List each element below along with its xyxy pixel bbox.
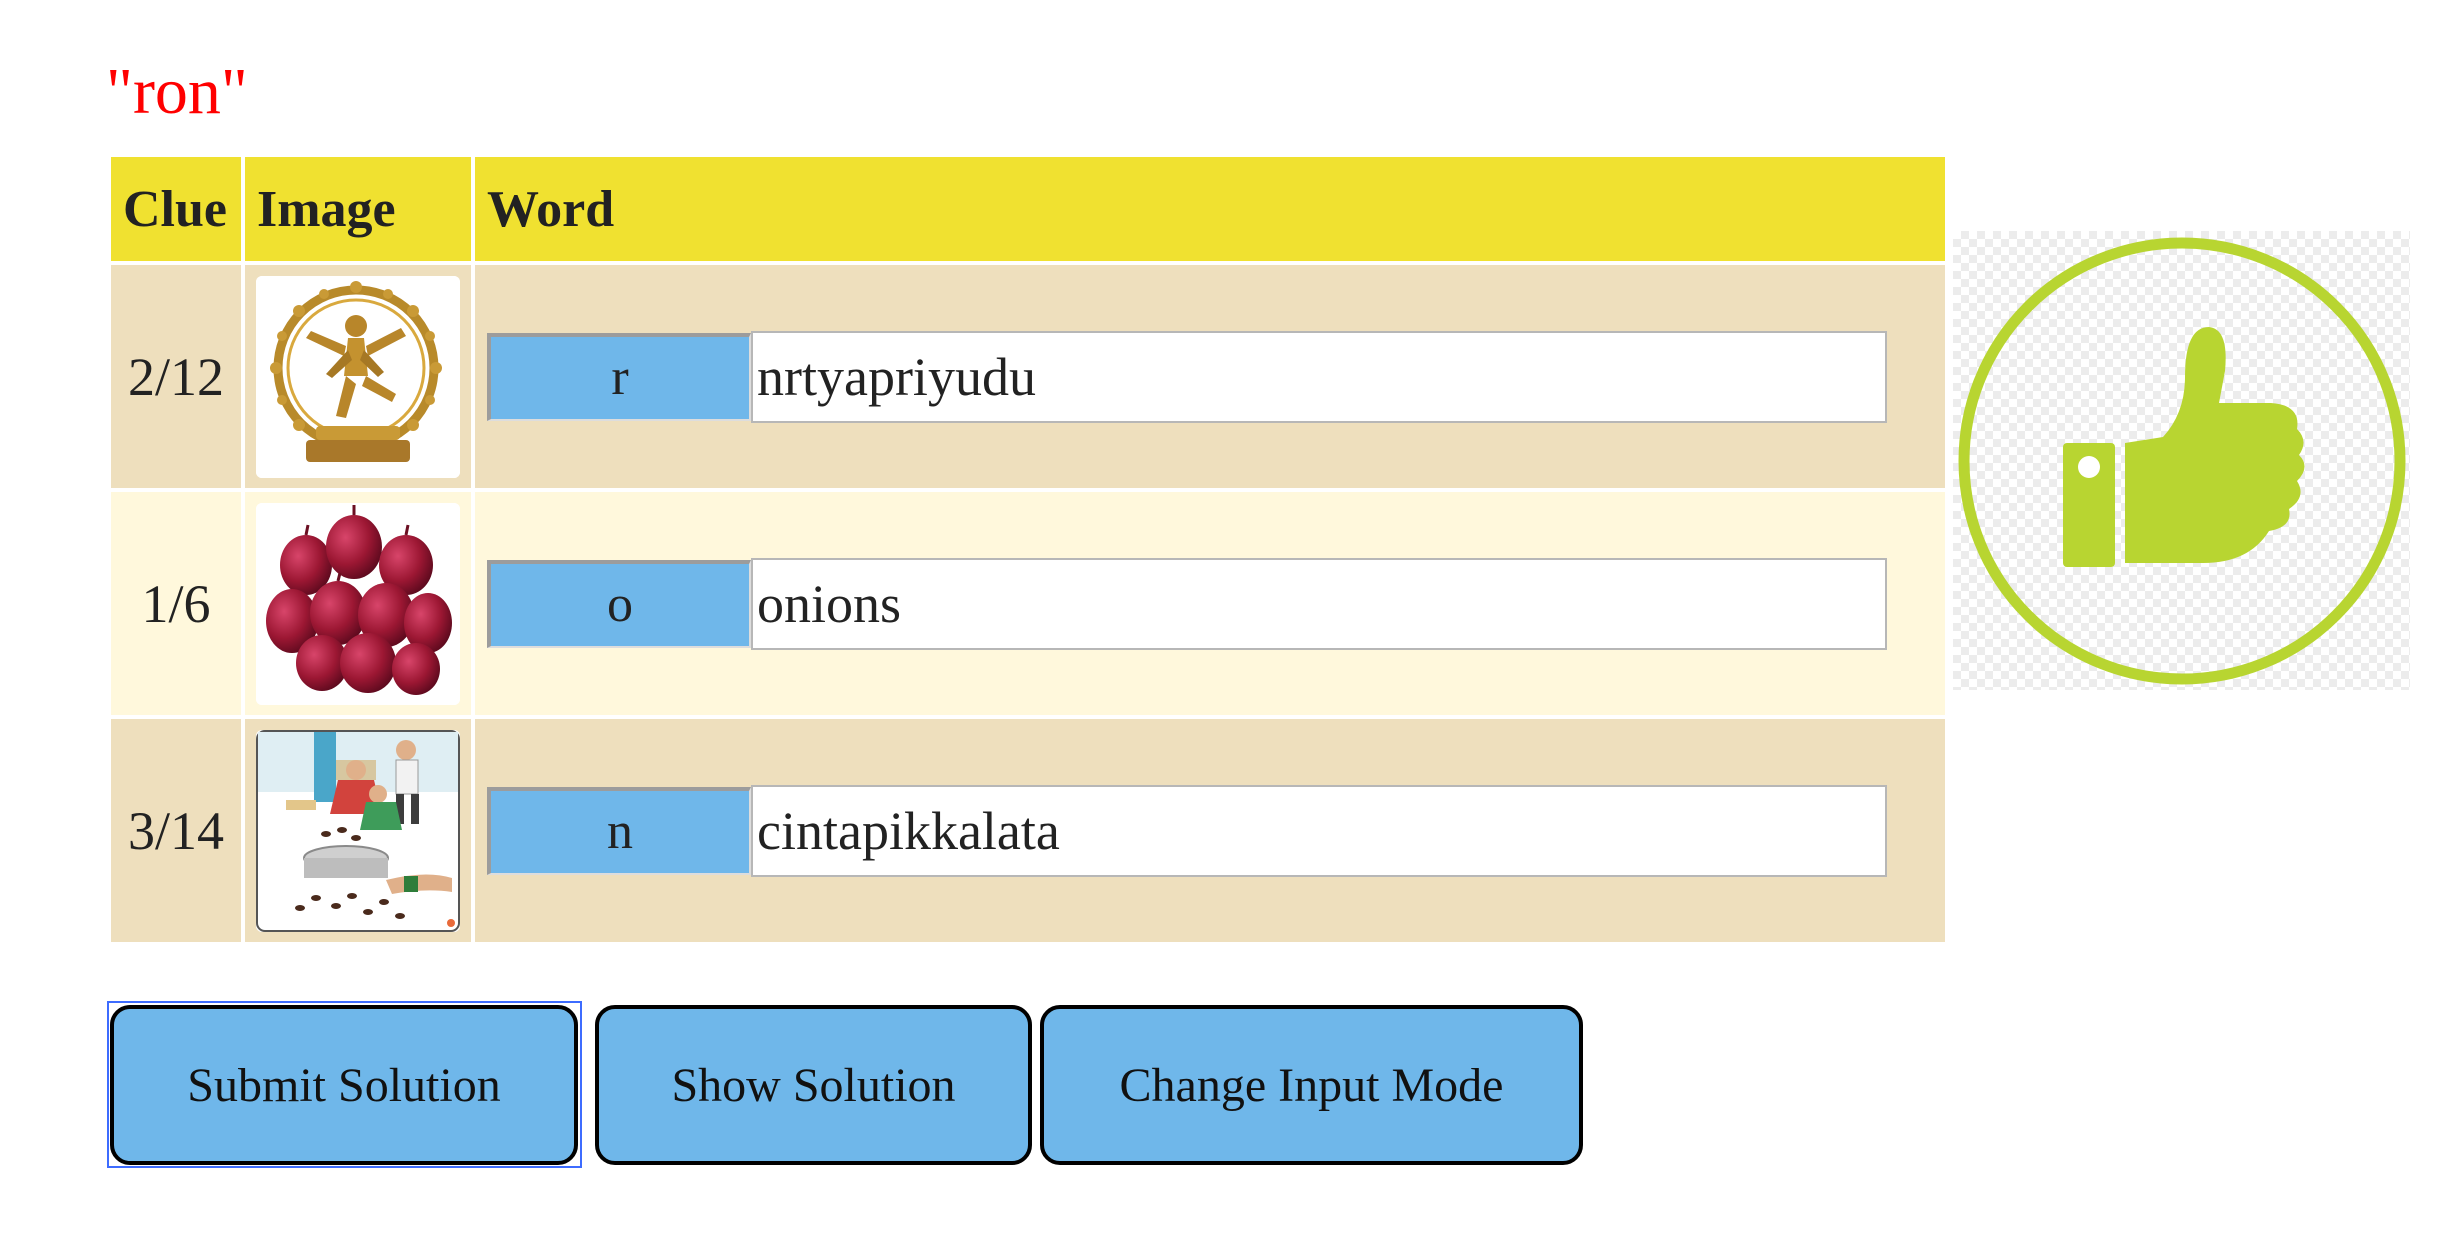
answer-input[interactable] — [751, 330, 1887, 423]
letter-box: r — [487, 332, 751, 421]
word-entry: o — [487, 557, 1945, 650]
change-input-mode-button[interactable]: Change Input Mode — [1040, 1005, 1583, 1165]
show-solution-button[interactable]: Show Solution — [595, 1005, 1032, 1165]
word-cell: o — [475, 492, 1945, 715]
clue-table: Clue Image Word 2/12 r nrtyapriyudu 1/6 … — [107, 153, 1949, 946]
letter-box: n — [487, 786, 751, 875]
answer-input[interactable] — [751, 784, 1887, 877]
clue-cell: 3/14 — [111, 719, 241, 942]
image-cell — [245, 265, 471, 488]
table-header-row: Clue Image Word — [111, 157, 1945, 261]
submit-solution-button[interactable]: Submit Solution — [110, 1005, 578, 1165]
feedback-panel — [1953, 231, 2410, 690]
header-word: Word — [475, 157, 1945, 261]
red-onions-image — [256, 502, 460, 705]
letter-box: o — [487, 559, 751, 648]
thumbs-up-icon — [1958, 237, 2406, 685]
table-row: 2/12 r nrtyapriyudu — [111, 265, 1945, 488]
clue-cell: 2/12 — [111, 265, 241, 488]
clue-cell: 1/6 — [111, 492, 241, 715]
table-row: 1/6 o onions — [111, 492, 1945, 715]
word-entry: n — [487, 784, 1945, 877]
table-row: 3/14 n cintapikkalata — [111, 719, 1945, 942]
header-image: Image — [245, 157, 471, 261]
nataraja-statue-image — [256, 275, 460, 478]
image-cell — [245, 492, 471, 715]
image-cell — [245, 719, 471, 942]
header-clue: Clue — [111, 157, 241, 261]
word-cell: n — [475, 719, 1945, 942]
word-entry: r — [487, 330, 1945, 423]
children-gathering-tamarind-seeds-image — [256, 729, 460, 932]
answer-input[interactable] — [751, 557, 1887, 650]
word-cell: r — [475, 265, 1945, 488]
puzzle-title: "ron" — [106, 55, 248, 128]
